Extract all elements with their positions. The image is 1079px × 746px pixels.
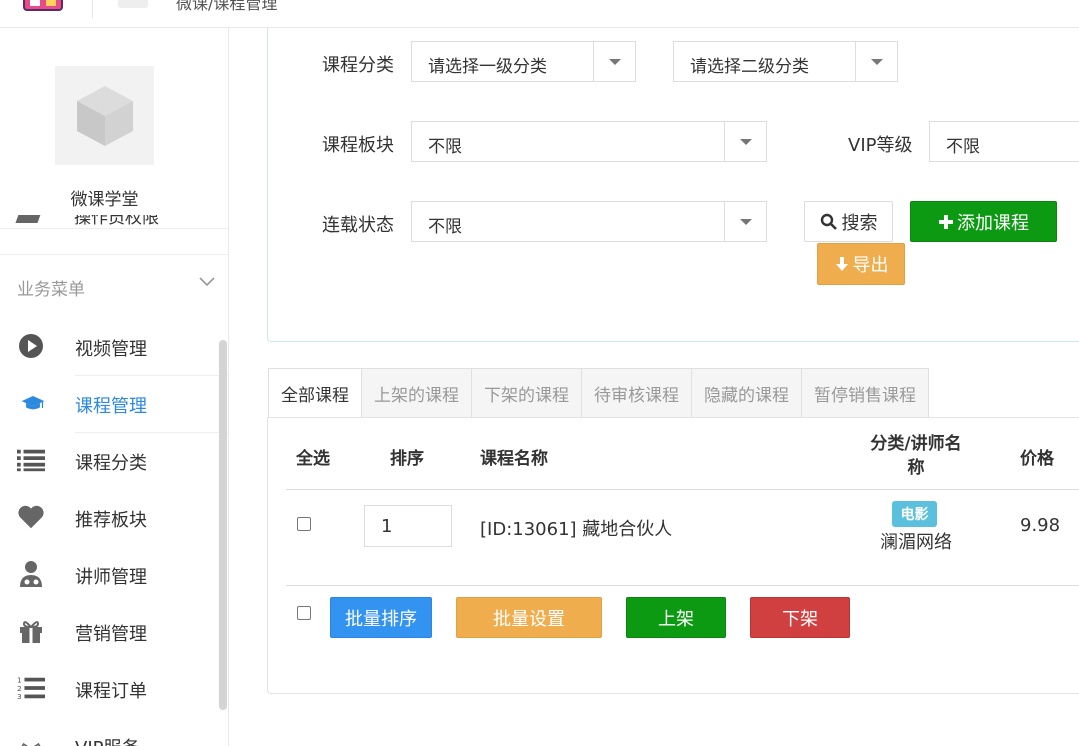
vip-label: VIP等级	[848, 135, 913, 156]
search-icon	[820, 213, 837, 230]
tab-pending[interactable]: 待审核课程	[582, 368, 692, 418]
select-value: 不限	[946, 137, 980, 157]
top-bar: 微课/课程管理	[0, 0, 1079, 28]
chevron-down-icon	[593, 42, 635, 81]
on-shelf-button[interactable]: 上架	[626, 597, 726, 638]
menu-group-title: 业务菜单	[17, 280, 85, 300]
block-select[interactable]: 不限	[411, 121, 767, 162]
app-logo-icon[interactable]	[22, 0, 64, 14]
edit-icon	[15, 215, 43, 223]
batch-sort-button[interactable]: 批量排序	[330, 597, 432, 638]
vip-select[interactable]: 不限	[929, 121, 1079, 162]
ordered-list-icon: 123	[17, 674, 45, 702]
search-button[interactable]: 搜索	[804, 201, 893, 242]
breadcrumb: 微课/课程管理	[176, 0, 278, 13]
sidebar-item-operator[interactable]: 操作员权限	[0, 215, 228, 229]
header-select-all[interactable]: 全选	[296, 444, 330, 469]
status-tabs: 全部课程 上架的课程 下架的课程 待审核课程 隐藏的课程 暂停销售课程	[268, 368, 929, 418]
batch-settings-button[interactable]: 批量设置	[456, 597, 602, 638]
category-badge: 电影	[892, 501, 937, 527]
chevron-down-icon	[724, 202, 766, 241]
search-button-label: 搜索	[841, 212, 878, 234]
divider	[286, 585, 1079, 586]
sidebar-item-label: 推荐板块	[75, 510, 147, 531]
sidebar-scrollbar[interactable]	[219, 340, 227, 710]
header-sort: 排序	[390, 449, 424, 469]
export-button[interactable]: 导出	[817, 243, 905, 285]
menu-toggle-button[interactable]	[118, 0, 148, 8]
plus-icon	[939, 214, 953, 229]
sidebar-item-category[interactable]: 课程分类	[0, 432, 228, 489]
off-shelf-button[interactable]: 下架	[750, 597, 850, 638]
add-course-button[interactable]: 添加课程	[910, 201, 1057, 242]
chevron-down-icon	[855, 42, 897, 81]
sidebar-item-label: 课程订单	[75, 681, 147, 702]
arrow-down-icon	[835, 257, 848, 271]
divider	[286, 489, 1079, 490]
brand-name: 微课学堂	[70, 190, 139, 210]
brand-logo	[55, 66, 154, 165]
divider	[92, 0, 93, 18]
sidebar-item-marketing[interactable]: 营销管理	[0, 603, 228, 660]
add-button-label: 添加课程	[957, 212, 1029, 234]
play-circle-icon	[17, 332, 45, 360]
header-course-name: 课程名称	[480, 449, 548, 469]
divider	[0, 254, 228, 255]
select-value: 不限	[428, 137, 462, 157]
sidebar-item-label: 课程管理	[75, 396, 147, 417]
row-checkbox[interactable]	[297, 517, 311, 531]
sidebar: 微课学堂 操作员权限 业务菜单 视频管理 课程管理 课程分类 推荐板块 讲师管理…	[0, 28, 229, 746]
select-value: 请选择一级分类	[428, 57, 547, 77]
select-all-checkbox[interactable]	[297, 606, 311, 620]
header-price: 价格	[1020, 449, 1054, 469]
block-label: 课程板块	[322, 135, 394, 156]
chevron-down-icon	[724, 122, 766, 161]
heart-icon	[17, 503, 45, 531]
sidebar-item-label: 课程分类	[75, 453, 147, 474]
crown-icon	[17, 735, 45, 746]
sidebar-item-course[interactable]: 课程管理	[0, 375, 228, 432]
sidebar-item-vip[interactable]: VIP服务	[0, 717, 228, 746]
teacher-name: 澜湄网络	[880, 532, 952, 553]
sidebar-item-label: 操作员权限	[74, 215, 159, 228]
tab-all[interactable]: 全部课程	[268, 368, 362, 418]
sidebar-item-teacher[interactable]: 讲师管理	[0, 546, 228, 603]
chevron-down-icon[interactable]	[197, 275, 217, 289]
tab-off-shelf[interactable]: 下架的课程	[472, 368, 582, 418]
tab-suspended[interactable]: 暂停销售课程	[802, 368, 929, 418]
select-value: 请选择二级分类	[690, 57, 809, 77]
sidebar-item-label: VIP服务	[75, 734, 139, 746]
cube-icon	[76, 85, 133, 146]
sidebar-item-label: 视频管理	[75, 339, 147, 360]
svg-text:3: 3	[17, 692, 22, 701]
sidebar-item-recommend[interactable]: 推荐板块	[0, 489, 228, 546]
course-name[interactable]: [ID:13061] 藏地合伙人	[480, 515, 672, 541]
user-doctor-icon	[17, 560, 45, 588]
header-category-teacher: 分类/讲师名称	[870, 434, 962, 478]
sort-input[interactable]: 1	[364, 505, 452, 547]
export-button-label: 导出	[852, 255, 889, 276]
graduation-cap-icon	[17, 389, 45, 417]
sidebar-item-video[interactable]: 视频管理	[0, 318, 228, 375]
sidebar-item-label: 讲师管理	[75, 567, 147, 588]
course-price: 9.98	[1020, 515, 1061, 536]
sidebar-item-orders[interactable]: 123 课程订单	[0, 660, 228, 717]
status-select[interactable]: 不限	[411, 201, 767, 242]
tab-hidden[interactable]: 隐藏的课程	[692, 368, 802, 418]
category-label: 课程分类	[322, 55, 394, 76]
category-level2-select[interactable]: 请选择二级分类	[673, 41, 898, 82]
category-level1-select[interactable]: 请选择一级分类	[411, 41, 636, 82]
gift-icon	[17, 617, 45, 645]
select-value: 不限	[428, 217, 462, 237]
sidebar-item-label: 营销管理	[75, 624, 147, 645]
tab-on-shelf[interactable]: 上架的课程	[362, 368, 472, 418]
status-label: 连载状态	[322, 215, 394, 236]
list-icon	[17, 446, 45, 474]
